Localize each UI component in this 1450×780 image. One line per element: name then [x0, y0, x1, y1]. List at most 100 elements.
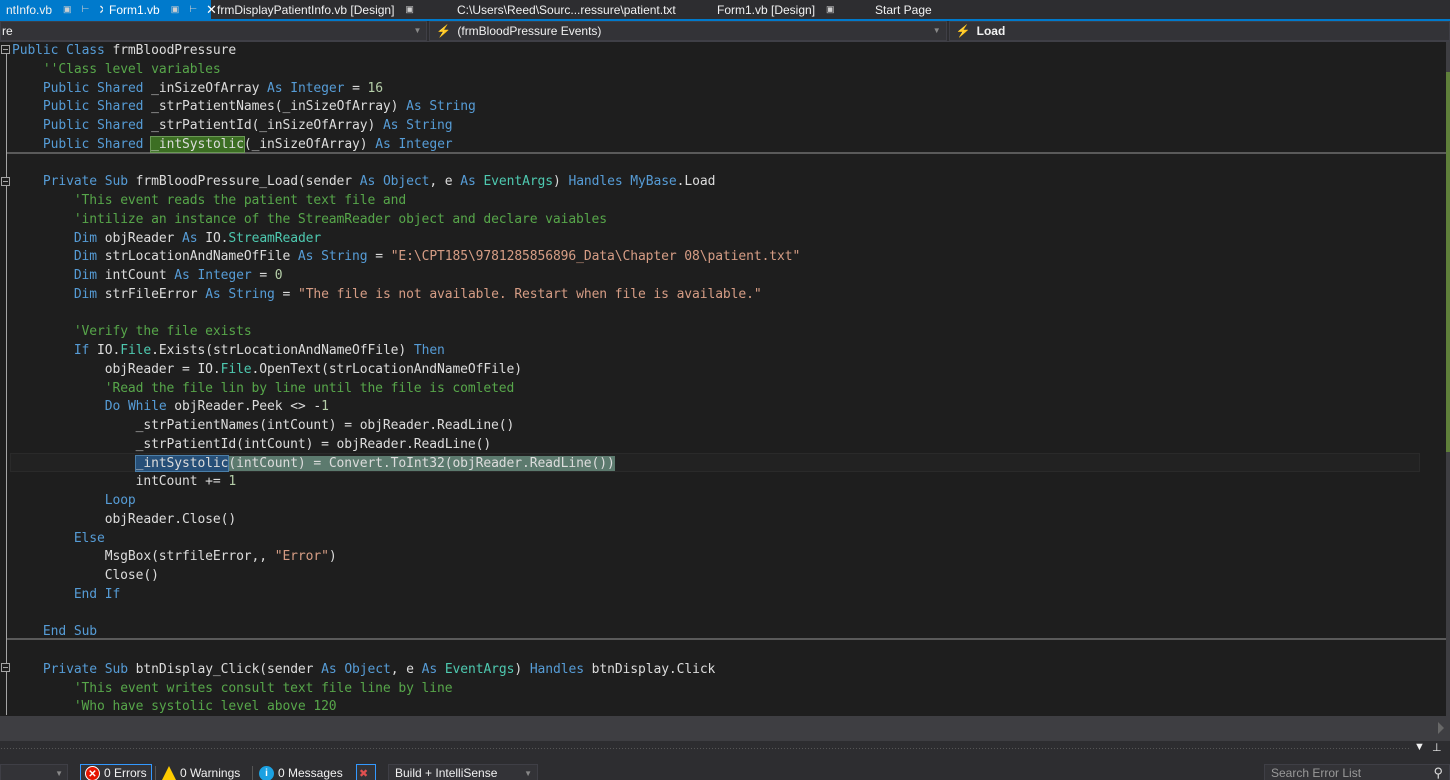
tab-label: Form1.vb	[109, 2, 160, 17]
code-line[interactable]: 'This event reads the patient text file …	[12, 192, 800, 211]
code-line[interactable]: Dim objReader As IO.StreamReader	[12, 230, 800, 249]
code-line[interactable]: 'Read the file lin by line until the fil…	[12, 380, 800, 399]
search-placeholder: Search Error List	[1271, 766, 1362, 780]
code-line[interactable]: objReader.Close()	[12, 511, 800, 530]
code-line[interactable]: Public Class frmBloodPressure	[12, 42, 800, 61]
scroll-right-arrow-icon[interactable]	[1438, 722, 1444, 734]
event-bolt-icon: ⚡	[955, 24, 971, 38]
code-line[interactable]: ''Class level variables	[12, 61, 800, 80]
build-filter-value: Build + IntelliSense	[395, 766, 498, 780]
code-line[interactable]: MsgBox(strfileError,, "Error")	[12, 548, 800, 567]
collapse-load-sub-icon[interactable]	[1, 177, 10, 186]
lock-icon: ▣	[826, 4, 835, 14]
tab-start-page[interactable]: Start Page	[869, 0, 969, 19]
object-dropdown-value: (frmBloodPressure Events)	[457, 24, 602, 38]
messages-count: 0 Messages	[278, 766, 343, 780]
search-icon: ⚲	[1433, 765, 1443, 780]
code-line[interactable]: Public Shared _strPatientId(_inSizeOfArr…	[12, 117, 800, 136]
code-line[interactable]	[12, 605, 800, 624]
scrollbar-thumb[interactable]	[1446, 72, 1450, 452]
code-line[interactable]: Public Shared _strPatientNames(_inSizeOf…	[12, 98, 800, 117]
pane-menu-icon[interactable]: ▼	[1414, 741, 1425, 753]
code-line[interactable]: End Sub	[12, 623, 800, 642]
method-dropdown-value: Load	[976, 24, 1006, 38]
code-line[interactable]: objReader = IO.File.OpenText(strLocation…	[12, 361, 800, 380]
code-line[interactable]: Dim strLocationAndNameOfFile As String =…	[12, 248, 800, 267]
divider	[155, 766, 156, 780]
document-tab-strip: ntInfo.vb ▣ ⊢ ✕ Form1.vb ▣ ⊢ ✕ frmDispla…	[0, 0, 1450, 21]
code-line[interactable]: 'Who have systolic level above 120	[12, 698, 800, 716]
chevron-down-icon: ▼	[932, 26, 941, 35]
code-line[interactable]: If IO.File.Exists(strLocationAndNameOfFi…	[12, 342, 800, 361]
warnings-filter-button[interactable]: 0 Warnings	[162, 764, 240, 780]
build-filter-dropdown[interactable]: Build + IntelliSense ▼	[388, 764, 538, 780]
clear-filter-button[interactable]: ✖	[356, 764, 376, 780]
tab-patient-txt[interactable]: C:\Users\Reed\Sourc...ressure\patient.tx…	[451, 0, 711, 19]
code-line[interactable]: Close()	[12, 567, 800, 586]
code-line[interactable]	[12, 642, 800, 661]
method-dropdown[interactable]: ⚡ Load	[948, 21, 1450, 41]
code-line[interactable]	[12, 305, 800, 324]
code-line[interactable]	[12, 155, 800, 174]
outline-guide	[6, 50, 7, 715]
error-list-header: ▼ ⊥	[0, 741, 1450, 755]
code-line[interactable]: Private Sub btnDisplay_Click(sender As O…	[12, 661, 800, 680]
pin-icon[interactable]: ⊥	[1432, 741, 1442, 754]
errors-filter-button[interactable]: ✕ 0 Errors	[80, 764, 152, 780]
code-line[interactable]: Dim intCount As Integer = 0	[12, 267, 800, 286]
clear-filter-icon: ✖	[359, 767, 369, 780]
tab-label: C:\Users\Reed\Sourc...ressure\patient.tx…	[457, 2, 676, 17]
chevron-down-icon: ▼	[413, 26, 422, 35]
horizontal-scrollbar[interactable]	[0, 716, 1450, 741]
tab-label: ntInfo.vb	[6, 2, 53, 17]
code-line[interactable]: 'intilize an instance of the StreamReade…	[12, 211, 800, 230]
tab-form1-vb[interactable]: Form1.vb ▣ ⊢ ✕	[103, 0, 217, 19]
code-line[interactable]: Private Sub frmBloodPressure_Load(sender…	[12, 173, 800, 192]
collapse-class-icon[interactable]	[1, 45, 10, 54]
project-dropdown-value: re	[2, 24, 13, 38]
pane-grip[interactable]	[0, 747, 1410, 750]
navigation-bar: re ▼ ⚡ (frmBloodPressure Events) ▼ ⚡ Loa…	[0, 21, 1450, 42]
code-line[interactable]: Else	[12, 530, 800, 549]
errors-count: 0 Errors	[104, 766, 147, 780]
chevron-down-icon: ▼	[55, 768, 63, 778]
code-lines: Public Class frmBloodPressure ''Class le…	[12, 42, 800, 716]
tab-form1-design[interactable]: Form1.vb [Design] ▣	[711, 0, 869, 19]
chevron-down-icon: ▼	[524, 768, 532, 778]
divider	[252, 766, 253, 780]
code-line[interactable]: Public Shared _inSizeOfArray As Integer …	[12, 80, 800, 99]
info-icon: i	[259, 765, 274, 780]
lock-icon: ▣	[170, 4, 180, 14]
tab-label: Form1.vb [Design]	[717, 2, 816, 17]
code-line[interactable]: _strPatientNames(intCount) = objReader.R…	[12, 417, 800, 436]
error-icon: ✕	[85, 765, 100, 780]
tab-frmdisplaypatientinfo-design[interactable]: frmDisplayPatientInfo.vb [Design] ▣	[211, 0, 451, 19]
tab-label: Start Page	[875, 2, 932, 17]
pin-icon[interactable]: ⊢	[189, 4, 197, 15]
error-list-toolbar: ▼ ✕ 0 Errors 0 Warnings i 0 Messages ✖ B…	[0, 755, 1450, 780]
code-line[interactable]: Do While objReader.Peek <> -1	[12, 398, 800, 417]
object-dropdown[interactable]: ⚡ (frmBloodPressure Events) ▼	[429, 21, 947, 41]
tab-patientinfo-vb[interactable]: ntInfo.vb ▣ ⊢ ✕	[0, 0, 109, 19]
code-line[interactable]: End If	[12, 586, 800, 605]
lock-icon: ▣	[63, 4, 72, 14]
code-line[interactable]: _intSystolic(intCount) = Convert.ToInt32…	[12, 454, 800, 474]
code-line[interactable]: Dim strFileError As String = "The file i…	[12, 286, 800, 305]
vertical-scrollbar[interactable]	[1446, 42, 1450, 716]
collapse-click-sub-icon[interactable]	[1, 663, 10, 672]
code-line[interactable]: Public Shared _intSystolic(_inSizeOfArra…	[12, 135, 800, 155]
project-dropdown[interactable]: re ▼	[0, 21, 428, 41]
messages-filter-button[interactable]: i 0 Messages	[259, 764, 343, 780]
pin-icon[interactable]: ⊢	[82, 4, 90, 15]
current-statement-highlight: _intSystolic(intCount) = Convert.ToInt32…	[134, 454, 615, 472]
code-line[interactable]: Loop	[12, 492, 800, 511]
code-line[interactable]: intCount += 1	[12, 473, 800, 492]
code-line[interactable]: 'Verify the file exists	[12, 323, 800, 342]
search-error-list-input[interactable]: Search Error List ⚲	[1264, 764, 1450, 780]
code-line[interactable]: 'This event writes consult text file lin…	[12, 680, 800, 699]
code-line[interactable]: _strPatientId(intCount) = objReader.Read…	[12, 436, 800, 455]
scope-dropdown[interactable]: ▼	[0, 764, 68, 780]
tab-label: frmDisplayPatientInfo.vb [Design]	[217, 2, 395, 17]
event-bolt-icon: ⚡	[436, 24, 452, 38]
code-editor[interactable]: Public Class frmBloodPressure ''Class le…	[0, 42, 1450, 716]
